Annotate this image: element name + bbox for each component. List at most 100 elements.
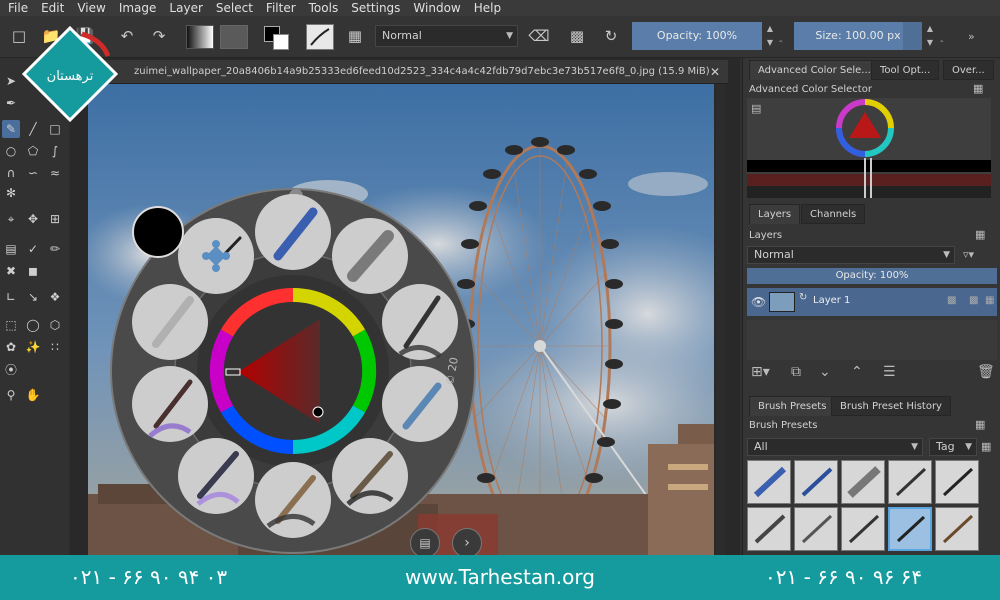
- contiguous-select-icon[interactable]: ✨: [24, 338, 42, 356]
- brush-tag-select[interactable]: Tag ▼: [929, 438, 977, 456]
- tab-tool-options[interactable]: Tool Opt...: [871, 60, 940, 80]
- line-tool-icon[interactable]: ╱: [24, 120, 42, 138]
- similar-select-icon[interactable]: ∷: [46, 338, 64, 356]
- move-layer-down-icon[interactable]: ⌄: [819, 364, 831, 380]
- layer-properties-icon[interactable]: ☰: [883, 364, 896, 380]
- polyline-tool-icon[interactable]: ∫: [46, 142, 64, 160]
- transform-tool-icon[interactable]: ⊞: [46, 210, 64, 228]
- layer-row[interactable]: 👁 ↻ Layer 1 ▩ ▩ ▦: [747, 288, 997, 316]
- rectangle-tool-icon[interactable]: □: [46, 120, 64, 138]
- brush-view-icon[interactable]: ▦: [981, 440, 991, 453]
- move-tool-icon[interactable]: ✥: [24, 210, 42, 228]
- close-icon[interactable]: ✕: [710, 60, 720, 84]
- fg-bg-color-icon[interactable]: [264, 26, 290, 50]
- brush-preset-tile[interactable]: [794, 460, 838, 504]
- tab-advanced-color-selector[interactable]: Advanced Color Sele...: [749, 60, 880, 80]
- tab-overview[interactable]: Over...: [943, 60, 994, 80]
- bezier-tool-icon[interactable]: ∩: [2, 164, 20, 182]
- menu-image[interactable]: Image: [119, 0, 157, 16]
- multibrush-icon[interactable]: ✻: [2, 184, 20, 202]
- layers-float-icon[interactable]: ▦: [975, 228, 985, 241]
- reload-preset-icon[interactable]: ↻: [600, 25, 622, 47]
- brush-preset-tile[interactable]: [935, 507, 979, 551]
- smart-patch-icon[interactable]: ✖: [2, 262, 20, 280]
- redo-icon[interactable]: ↷: [148, 25, 170, 47]
- brush-preset-tile[interactable]: [935, 460, 979, 504]
- menu-window[interactable]: Window: [413, 0, 460, 16]
- delete-layer-icon[interactable]: 🗑: [977, 364, 995, 380]
- menu-edit[interactable]: Edit: [41, 0, 64, 16]
- freehand-path-icon[interactable]: ∽: [24, 164, 42, 182]
- footer-website[interactable]: www.Tarhestan.org: [405, 555, 595, 600]
- visibility-eye-icon[interactable]: 👁: [751, 295, 766, 309]
- vertical-scrollbar[interactable]: [716, 84, 726, 555]
- menu-select[interactable]: Select: [216, 0, 253, 16]
- blend-mode-select[interactable]: Normal ▼: [375, 25, 518, 47]
- magnetic-select-icon[interactable]: ⦿: [2, 360, 20, 378]
- palette-next-icon[interactable]: ›: [452, 528, 482, 558]
- menu-file[interactable]: File: [8, 0, 28, 16]
- brush-preset-tile[interactable]: [888, 460, 932, 504]
- brush-preset-tile[interactable]: [841, 507, 885, 551]
- selector-settings-icon[interactable]: ▤: [751, 102, 761, 115]
- assistant-tool-icon[interactable]: ∟: [2, 288, 20, 306]
- freehand-select-icon[interactable]: ✿: [2, 338, 20, 356]
- ellipse-select-icon[interactable]: ◯: [24, 316, 42, 334]
- calligraphy-icon[interactable]: ✒: [2, 94, 20, 112]
- fill-tool-icon[interactable]: ◼: [24, 262, 42, 280]
- menu-help[interactable]: Help: [474, 0, 501, 16]
- color-selector-area[interactable]: [747, 98, 991, 198]
- preserve-alpha-icon[interactable]: ▩: [566, 25, 588, 47]
- tab-brush-presets[interactable]: Brush Presets: [749, 396, 836, 416]
- select-shapes-icon[interactable]: ➤: [2, 72, 20, 90]
- menu-layer[interactable]: Layer: [169, 0, 202, 16]
- brush-preset-icon[interactable]: [306, 24, 334, 50]
- gradient-swatch[interactable]: [186, 25, 214, 49]
- opacity-slider[interactable]: Opacity: 100%: [632, 22, 762, 50]
- layer-more-icon[interactable]: ▦: [985, 295, 994, 306]
- brush-preset-tile[interactable]: [841, 460, 885, 504]
- layer-filter-icon[interactable]: ▿▾: [963, 248, 974, 261]
- layer-blend-select[interactable]: Normal ▼: [747, 246, 955, 264]
- ellipse-tool-icon[interactable]: ○: [2, 142, 20, 160]
- rect-select-icon[interactable]: ⬚: [2, 316, 20, 334]
- gradient-tool-icon[interactable]: ▤: [2, 240, 20, 258]
- document-tab[interactable]: zuimei_wallpaper_20a8406b14a9b25333ed6fe…: [88, 60, 728, 84]
- crop-tool-icon[interactable]: ⌖: [2, 210, 20, 228]
- freehand-brush-icon[interactable]: ✎: [2, 120, 20, 138]
- size-spinner[interactable]: ▲ ▼: [923, 22, 937, 50]
- tab-layers[interactable]: Layers: [749, 204, 801, 224]
- brush-float-icon[interactable]: ▦: [975, 418, 985, 431]
- brush-preset-tile-selected[interactable]: [888, 507, 932, 551]
- pattern-swatch[interactable]: [220, 25, 248, 49]
- brush-preset-tile[interactable]: [747, 460, 791, 504]
- add-layer-icon[interactable]: ⊞▾: [751, 364, 770, 380]
- polygon-select-icon[interactable]: ⬡: [46, 316, 64, 334]
- brush-preset-tile[interactable]: [747, 507, 791, 551]
- menu-settings[interactable]: Settings: [351, 0, 400, 16]
- menu-view[interactable]: View: [77, 0, 105, 16]
- tab-channels[interactable]: Channels: [801, 204, 866, 224]
- brush-preset-tile[interactable]: [794, 507, 838, 551]
- duplicate-layer-icon[interactable]: ⧉: [791, 364, 801, 380]
- menu-filter[interactable]: Filter: [266, 0, 296, 16]
- move-layer-up-icon[interactable]: ⌃: [851, 364, 863, 380]
- menu-tools[interactable]: Tools: [309, 0, 339, 16]
- toolbar-overflow-icon[interactable]: »: [968, 30, 975, 43]
- inherit-alpha-icon[interactable]: ↻: [799, 292, 807, 303]
- measure-tool-icon[interactable]: ↘: [24, 288, 42, 306]
- polygon-tool-icon[interactable]: ⬠: [24, 142, 42, 160]
- layer-lock-icon[interactable]: ▩: [969, 295, 978, 306]
- pan-tool-icon[interactable]: ✋: [24, 386, 42, 404]
- layer-opacity-slider[interactable]: Opacity: 100%: [747, 268, 997, 284]
- brush-filter-select[interactable]: All ▼: [747, 438, 923, 456]
- grid-options-icon[interactable]: ▦: [344, 25, 366, 47]
- reference-tool-icon[interactable]: ❖: [46, 288, 64, 306]
- colorize-mask-icon[interactable]: ✏: [46, 240, 64, 258]
- dynamic-brush-icon[interactable]: ≈: [46, 164, 64, 182]
- undo-icon[interactable]: ↶: [116, 25, 138, 47]
- palette-tags-icon[interactable]: ▤: [410, 528, 440, 558]
- zoom-tool-icon[interactable]: ⚲: [2, 386, 20, 404]
- docker-float-icon[interactable]: ▦: [973, 82, 983, 95]
- eraser-icon[interactable]: ⌫: [528, 25, 550, 47]
